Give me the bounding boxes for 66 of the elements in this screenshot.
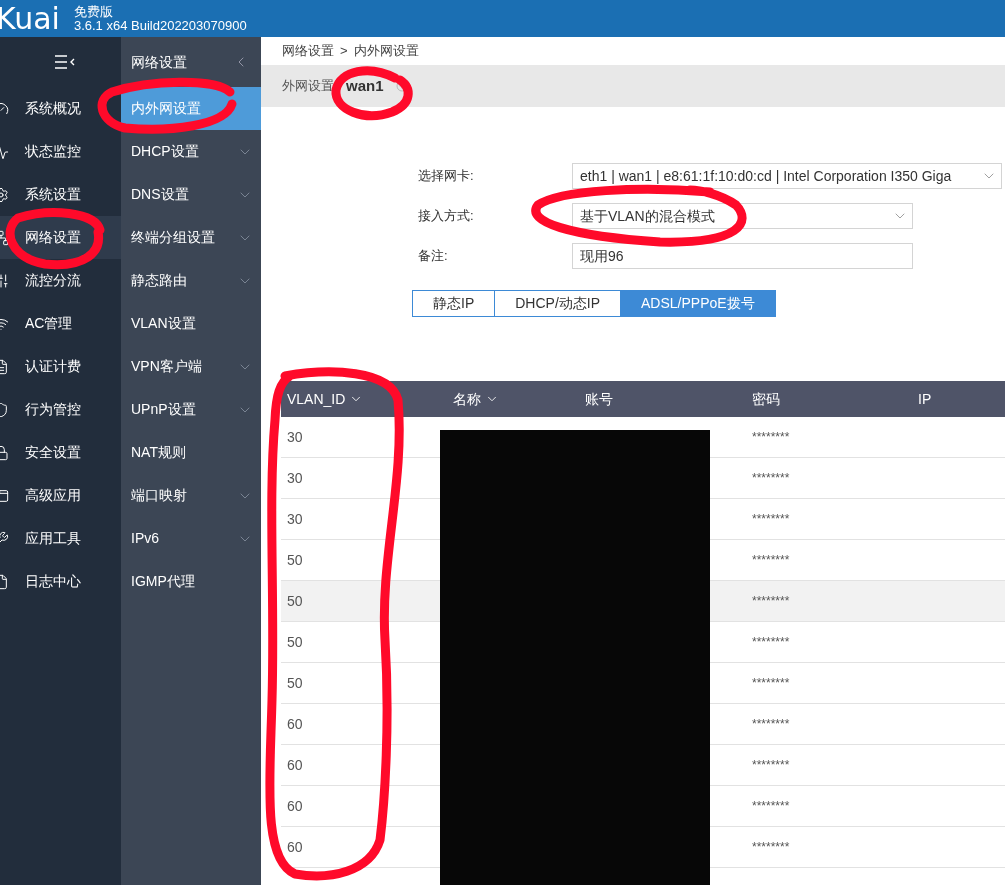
table-cell-text: ******** bbox=[751, 470, 790, 487]
sidebar-item[interactable]: 系统设置 bbox=[0, 173, 121, 216]
mode-tab[interactable]: ADSL/PPPoE拨号 bbox=[620, 290, 776, 317]
sidebar-item[interactable]: AC管理 bbox=[0, 302, 121, 345]
submenu-item[interactable]: DNS设置 bbox=[121, 173, 261, 216]
table-cell-text: ******** bbox=[751, 716, 790, 733]
sidebar-item[interactable]: 安全设置 bbox=[0, 431, 121, 474]
submenu-item[interactable]: 终端分组设置 bbox=[121, 216, 261, 259]
table-cell-text: ******** bbox=[751, 593, 790, 610]
mode-tab[interactable]: DHCP/动态IP bbox=[494, 290, 622, 317]
table-cell-text: 30 bbox=[286, 509, 304, 529]
wan-tab[interactable]: wan1 bbox=[346, 74, 384, 98]
submenu-item[interactable]: IPv6 bbox=[121, 517, 261, 560]
column-header[interactable]: 名称 bbox=[453, 388, 481, 410]
submenu-item[interactable]: NAT规则 bbox=[121, 431, 261, 474]
table-cell-text: ******** bbox=[751, 757, 790, 774]
table-cell-text: ******** bbox=[751, 552, 790, 569]
table-cell-text: 50 bbox=[286, 673, 304, 693]
edition-label: 免费版 bbox=[73, 4, 114, 19]
submenu-item[interactable]: DHCP设置 bbox=[121, 130, 261, 173]
table-cell-text: ******** bbox=[751, 634, 790, 651]
table-cell-text: 30 bbox=[286, 468, 304, 488]
submenu-item[interactable]: VPN客户端 bbox=[121, 345, 261, 388]
sidebar-item[interactable]: 系统概况 bbox=[0, 87, 121, 130]
mode-tab[interactable]: 静态IP bbox=[412, 290, 496, 317]
sidebar-item[interactable]: 行为管控 bbox=[0, 388, 121, 431]
table-cell-text: ******** bbox=[751, 675, 790, 692]
version-label: 3.6.1 x64 Build202203070900 bbox=[73, 18, 247, 33]
submenu-item[interactable]: UPnP设置 bbox=[121, 388, 261, 431]
table-cell-text: 30 bbox=[286, 427, 304, 447]
submenu-item[interactable]: 静态路由 bbox=[121, 259, 261, 302]
breadcrumb-link[interactable]: 网络设置 bbox=[282, 41, 334, 61]
submenu-title: 网络设置 bbox=[131, 52, 187, 72]
sidebar-item[interactable]: 应用工具 bbox=[0, 517, 121, 560]
field-label: 接入方式: bbox=[418, 207, 475, 226]
column-header: IP bbox=[918, 389, 932, 409]
breadcrumb-link[interactable]: 内外网设置 bbox=[353, 41, 419, 61]
breadcrumb-separator: > bbox=[340, 42, 348, 61]
table-cell-text: 60 bbox=[286, 796, 304, 816]
table-cell-text: 60 bbox=[286, 714, 304, 734]
column-header: 密码 bbox=[752, 389, 780, 409]
table-cell-text: 50 bbox=[286, 591, 304, 611]
table-cell-text: 50 bbox=[286, 632, 304, 652]
sidebar-item[interactable]: 高级应用 bbox=[0, 474, 121, 517]
remark-field[interactable]: 现用96 bbox=[572, 243, 913, 269]
select-field[interactable]: eth1 | wan1 | e8:61:1f:10:d0:cd | Intel Corporation I350 Giga bbox=[572, 163, 1002, 189]
table-cell-text: ******** bbox=[751, 839, 790, 856]
table-cell-text: 60 bbox=[286, 755, 304, 775]
sidebar-item[interactable]: 认证计费 bbox=[0, 345, 121, 388]
sidebar-item[interactable]: 日志中心 bbox=[0, 560, 121, 603]
field-label: 备注: bbox=[418, 247, 449, 266]
sidebar-item[interactable]: 状态监控 bbox=[0, 130, 121, 173]
submenu-item[interactable]: VLAN设置 bbox=[121, 302, 261, 345]
section-label: 外网设置 bbox=[282, 77, 334, 96]
sidebar-item[interactable]: 流控分流 bbox=[0, 259, 121, 302]
column-header[interactable]: VLAN_ID bbox=[287, 388, 346, 410]
table-cell-text: ******** bbox=[751, 798, 790, 815]
column-header: 账号 bbox=[585, 389, 613, 409]
submenu-item[interactable]: IGMP代理 bbox=[121, 560, 261, 603]
table-cell-text: ******** bbox=[751, 429, 790, 446]
table-cell-text: 50 bbox=[286, 550, 304, 570]
table-cell-text: ******** bbox=[751, 511, 790, 528]
submenu-item[interactable]: 端口映射 bbox=[121, 474, 261, 517]
field-label: 选择网卡: bbox=[418, 167, 475, 186]
table-cell-text: 60 bbox=[286, 837, 304, 857]
select-field[interactable]: 基于VLAN的混合模式 bbox=[572, 203, 913, 229]
